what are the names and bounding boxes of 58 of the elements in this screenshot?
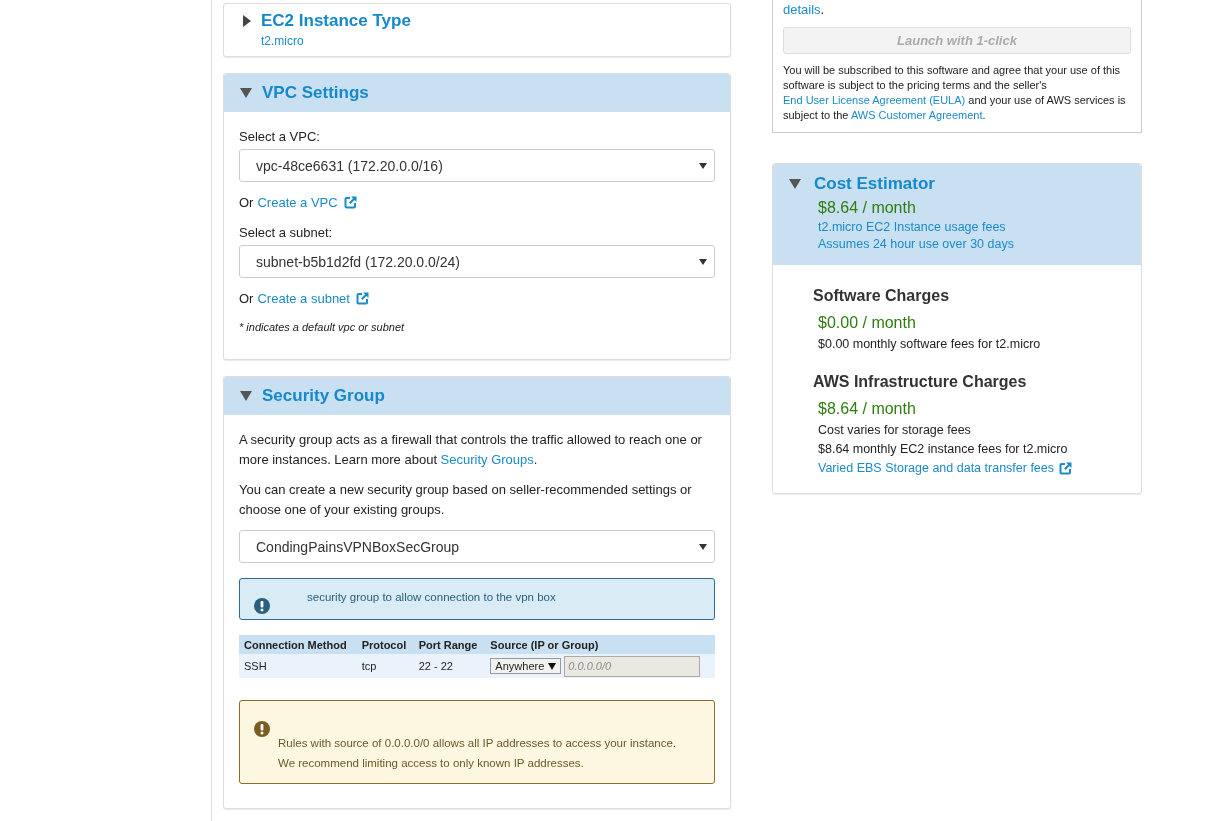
intro-paragraph: A security group acts as a firewall that controls the traffic allowed to reach one or more instances. Learn more about Security Groups. [239, 431, 703, 469]
collapse-triangle-icon[interactable] [240, 87, 252, 99]
panel-title[interactable]: Cost Estimator [814, 174, 935, 194]
collapse-triangle-icon[interactable] [240, 390, 252, 402]
create-vpc-link[interactable]: Create a VPC [257, 195, 338, 210]
column-header: Protocol [356, 635, 414, 654]
section-title: AWS Infrastructure Charges [813, 373, 1028, 391]
terms-link[interactable]: AWS Customer Agreement [850, 109, 983, 121]
source-select[interactable]: Anywhere [490, 658, 562, 674]
monthly-price: $0.00 / month [818, 314, 917, 332]
or-text: Or [239, 195, 254, 210]
fee-text: $0.00 monthly software fees for t2.micro [818, 337, 1042, 351]
panel-title[interactable]: EC2 Instance Type [261, 11, 411, 31]
external-link-icon [343, 196, 357, 209]
description-paragraph: You can create a new security group based on seller-recommended settings or choose one of your existing groups. [239, 481, 693, 519]
table-cell: 22 - 22 [413, 654, 486, 678]
fees-link[interactable]: Varied EBS Storage and data transfer fees [818, 461, 1055, 475]
column-header: Source (IP or Group) [485, 635, 715, 654]
panel-title[interactable]: Security Group [262, 386, 385, 406]
section-title: Software Charges [813, 287, 951, 305]
or-text: Or [239, 291, 254, 306]
vpc-select[interactable]: vpc-48ce6631 (172.20.0.0/16) [239, 149, 715, 182]
monthly-price: $8.64 / month [818, 400, 917, 418]
table-cell: tcp [356, 654, 414, 678]
instance-type-value: t2.micro [261, 34, 305, 48]
exclamation-icon [254, 597, 270, 614]
panel-title[interactable]: VPC Settings [262, 83, 369, 103]
collapse-triangle-icon[interactable] [789, 178, 801, 190]
fee-text: Cost varies for storage fees [818, 423, 972, 437]
caret-icon [699, 543, 707, 550]
external-link-icon [355, 292, 369, 305]
terms-paragraph: You will be subscribed to this software and agree that your use of this software is subject to the pricing terms and the seller's End User License Agreement (EULA) and your use of AWS services is subject to the AWS Customer Agreement. [783, 63, 1127, 123]
fee-text: $8.64 monthly EC2 instance fees for t2.micro [818, 442, 1069, 456]
subnet-select[interactable]: subnet-b5b1d2fd (172.20.0.0/24) [239, 245, 715, 278]
terms-link[interactable]: End User License Agreement (EULA) [783, 94, 966, 106]
info-message: security group to allow connection to the vpn box [307, 591, 556, 603]
field-label: Select a VPC: [239, 129, 321, 144]
warning-text: Rules with source of 0.0.0.0/0 allows all IP addresses to access your instance. [278, 736, 677, 751]
caret-icon [548, 662, 557, 670]
table-cell: SSH [239, 654, 357, 678]
default-note: * indicates a default vpc or subnet [239, 321, 406, 333]
monthly-price: $8.64 / month [818, 199, 917, 217]
create-subnet-link[interactable]: Create a subnet [257, 291, 350, 306]
details-link[interactable]: details [783, 2, 821, 17]
external-link-icon [1059, 461, 1073, 475]
security-groups-link[interactable]: Security Groups [440, 452, 534, 467]
exclamation-icon [254, 721, 270, 737]
security-group-select[interactable]: CondingPainsVPNBoxSecGroup [239, 530, 715, 563]
expand-triangle-icon[interactable] [242, 15, 252, 27]
field-label: Select a subnet: [239, 225, 334, 240]
column-header: Connection Method [239, 635, 357, 654]
caret-icon [699, 162, 707, 169]
cost-note: t2.micro EC2 Instance usage fees [818, 220, 1007, 234]
column-header: Port Range [413, 635, 486, 654]
warning-text: We recommend limiting access to only known IP addresses. [278, 756, 585, 771]
cost-note: Assumes 24 hour use over 30 days [818, 237, 1015, 251]
details-text: details. [783, 2, 826, 17]
caret-icon [699, 258, 707, 265]
